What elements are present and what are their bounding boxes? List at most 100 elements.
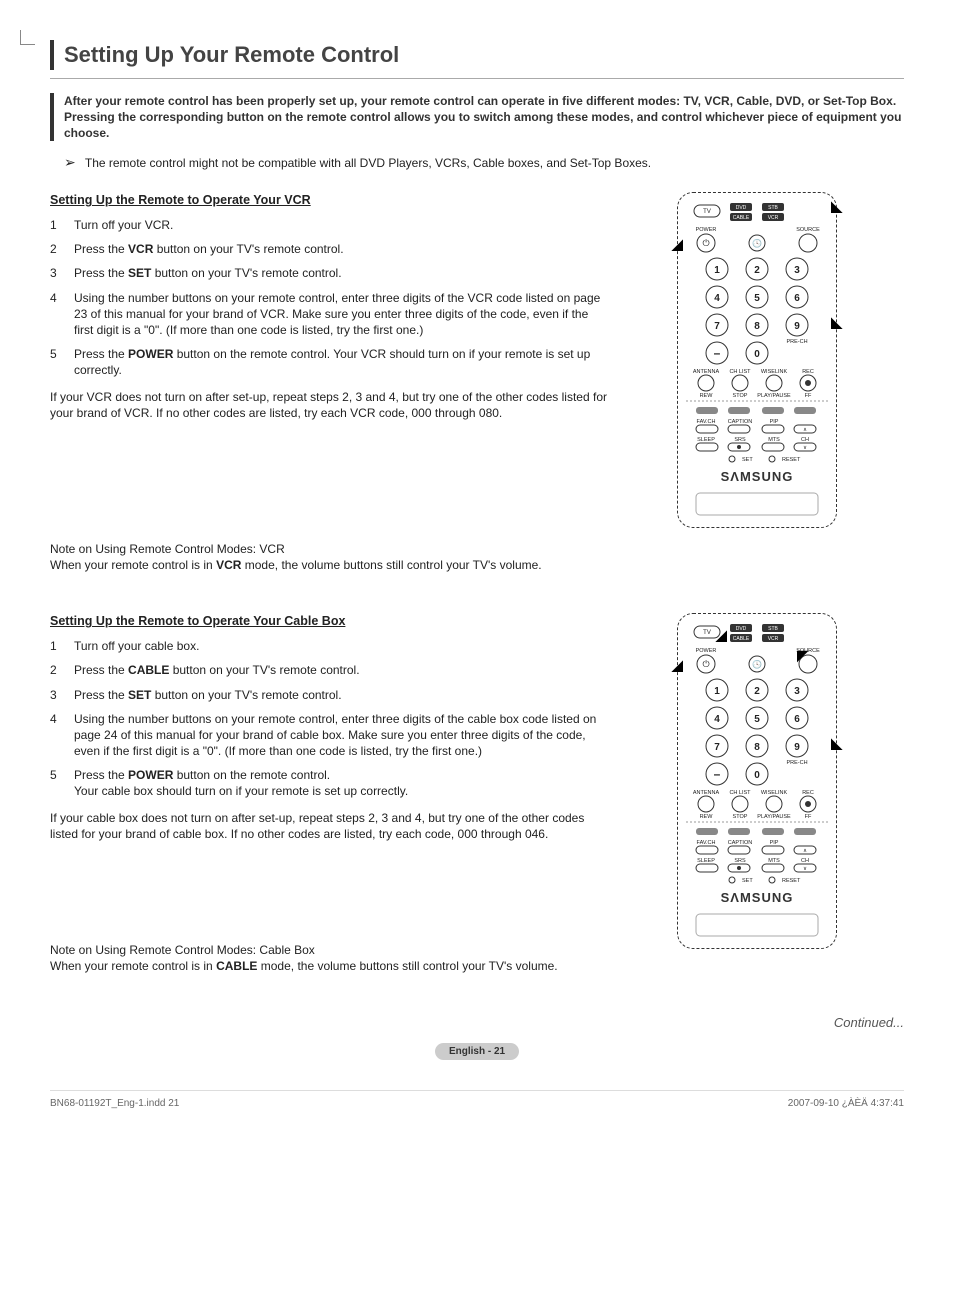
cable-step-1: 1Turn off your cable box. <box>50 638 610 654</box>
svg-text:REC: REC <box>802 790 814 796</box>
svg-text:STOP: STOP <box>733 814 748 820</box>
svg-text:⏻: ⏻ <box>702 659 709 669</box>
cable-fallback: If your cable box does not turn on after… <box>50 810 610 842</box>
arrow-indicator-icon: ◢ <box>716 626 727 645</box>
svg-text:🕓: 🕓 <box>752 238 762 248</box>
cable-text-column: Setting Up the Remote to Operate Your Ca… <box>50 613 610 974</box>
svg-text:–: – <box>714 767 721 781</box>
svg-text:PLAY/PAUSE: PLAY/PAUSE <box>757 814 791 820</box>
page-number-badge: English - 21 <box>50 1042 904 1061</box>
svg-text:REW: REW <box>700 393 714 399</box>
svg-text:7: 7 <box>714 321 720 332</box>
arrow-indicator-icon: ◤ <box>797 646 808 665</box>
svg-text:SΛMSUNG: SΛMSUNG <box>721 469 794 484</box>
vcr-note-body: When your remote control is in VCR mode,… <box>50 557 610 573</box>
svg-text:3: 3 <box>794 686 800 697</box>
compatibility-note: ➢ The remote control might not be compat… <box>64 153 904 172</box>
cable-step-3: 3Press the SET button on your TV's remot… <box>50 687 610 703</box>
svg-text:STB: STB <box>768 205 778 211</box>
arrow-indicator-icon: ◢ <box>672 656 683 675</box>
svg-text:RESET: RESET <box>782 457 801 463</box>
vcr-heading: Setting Up the Remote to Operate Your VC… <box>50 192 610 209</box>
svg-text:0: 0 <box>754 349 760 360</box>
svg-text:TV: TV <box>703 209 711 215</box>
svg-text:SET: SET <box>742 878 753 884</box>
vcr-note-title: Note on Using Remote Control Modes: VCR <box>50 541 610 557</box>
svg-text:9: 9 <box>794 321 800 332</box>
svg-text:∨: ∨ <box>803 445 807 451</box>
page-number-text: English - 21 <box>435 1043 519 1061</box>
svg-text:2: 2 <box>754 265 760 276</box>
vcr-fallback: If your VCR does not turn on after set-u… <box>50 389 610 421</box>
remote-diagram-cable: ◢ ◤ ◢ ◣ TV DVD STB CABLE VCR POWER ⏻ 🕓 S… <box>677 613 837 949</box>
svg-text:∧: ∧ <box>803 427 807 433</box>
svg-text:5: 5 <box>754 714 760 725</box>
vcr-steps: 1Turn off your VCR. 2Press the VCR butto… <box>50 217 610 379</box>
svg-text:VCR: VCR <box>768 215 779 221</box>
cable-steps: 1Turn off your cable box. 2Press the CAB… <box>50 638 610 800</box>
svg-text:WISELINK: WISELINK <box>761 790 788 796</box>
svg-text:PLAY/PAUSE: PLAY/PAUSE <box>757 393 791 399</box>
section-vcr: Setting Up the Remote to Operate Your VC… <box>50 192 904 573</box>
svg-text:SΛMSUNG: SΛMSUNG <box>721 890 794 905</box>
vcr-note: Note on Using Remote Control Modes: VCR … <box>50 541 610 573</box>
svg-text:4: 4 <box>714 714 720 725</box>
svg-text:MTS: MTS <box>768 858 780 864</box>
arrow-indicator-icon: ◣ <box>831 734 842 753</box>
svg-text:🕓: 🕓 <box>752 659 762 669</box>
vcr-step-4: 4Using the number buttons on your remote… <box>50 290 610 339</box>
svg-text:FF: FF <box>805 393 812 399</box>
svg-text:DVD: DVD <box>736 205 747 211</box>
footer-right: 2007-09-10 ¿ÀÈÄ 4:37:41 <box>788 1097 904 1111</box>
vcr-step-5: 5Press the POWER button on the remote co… <box>50 346 610 378</box>
svg-text:POWER: POWER <box>696 648 717 654</box>
compat-note-text: The remote control might not be compatib… <box>85 156 651 170</box>
svg-text:REC: REC <box>802 369 814 375</box>
vcr-step-2: 2Press the VCR button on your TV's remot… <box>50 241 610 257</box>
svg-text:REW: REW <box>700 814 714 820</box>
cable-step-4: 4Using the number buttons on your remote… <box>50 711 610 760</box>
svg-text:RESET: RESET <box>782 878 801 884</box>
svg-text:VCR: VCR <box>768 636 779 642</box>
title-underline <box>50 78 904 79</box>
note-arrow-icon: ➢ <box>64 154 76 170</box>
vcr-text-column: Setting Up the Remote to Operate Your VC… <box>50 192 610 573</box>
intro-paragraph: After your remote control has been prope… <box>50 93 904 142</box>
remote-svg: TV DVD STB CABLE VCR POWER ⏻ 🕓 SOURCE 1 … <box>684 201 830 521</box>
remote-svg: TV DVD STB CABLE VCR POWER ⏻ 🕓 SOURCE 1 … <box>684 622 830 942</box>
svg-text:PRE-CH: PRE-CH <box>786 339 807 345</box>
number-pad: 1 2 3 4 5 6 7 8 9 – 0 PRE-CH <box>706 258 808 364</box>
svg-text:8: 8 <box>754 321 760 332</box>
svg-text:SRS: SRS <box>734 437 746 443</box>
cable-heading: Setting Up the Remote to Operate Your Ca… <box>50 613 610 630</box>
svg-text:SLEEP: SLEEP <box>697 437 715 443</box>
page-title: Setting Up Your Remote Control <box>50 40 904 70</box>
svg-text:0: 0 <box>754 770 760 781</box>
vcr-step-3: 3Press the SET button on your TV's remot… <box>50 265 610 281</box>
svg-text:PIP: PIP <box>770 419 779 425</box>
svg-text:CH LIST: CH LIST <box>729 790 751 796</box>
svg-text:SET: SET <box>742 457 753 463</box>
svg-text:FAV.CH: FAV.CH <box>697 419 716 425</box>
svg-text:SLEEP: SLEEP <box>697 858 715 864</box>
svg-text:1: 1 <box>714 686 720 697</box>
svg-text:CABLE: CABLE <box>733 215 750 221</box>
svg-text:FF: FF <box>805 814 812 820</box>
svg-text:FAV.CH: FAV.CH <box>697 840 716 846</box>
svg-text:1: 1 <box>714 265 720 276</box>
footer: BN68-01192T_Eng-1.indd 21 2007-09-10 ¿ÀÈ… <box>50 1090 904 1111</box>
svg-text:CH: CH <box>801 437 809 443</box>
svg-text:MTS: MTS <box>768 437 780 443</box>
crop-mark <box>20 30 35 45</box>
svg-text:CABLE: CABLE <box>733 636 750 642</box>
svg-text:PRE-CH: PRE-CH <box>786 760 807 766</box>
cable-note: Note on Using Remote Control Modes: Cabl… <box>50 942 610 974</box>
vcr-remote-column: ◣ ◢ ◣ TV DVD STB CABLE VCR POWER ⏻ 🕓 SOU… <box>610 192 904 573</box>
svg-text:PIP: PIP <box>770 840 779 846</box>
cable-remote-column: ◢ ◤ ◢ ◣ TV DVD STB CABLE VCR POWER ⏻ 🕓 S… <box>610 613 904 974</box>
svg-text:SRS: SRS <box>734 858 746 864</box>
svg-text:∧: ∧ <box>803 848 807 854</box>
svg-text:TV: TV <box>703 630 711 636</box>
cable-step-5: 5Press the POWER button on the remote co… <box>50 767 610 799</box>
svg-text:STB: STB <box>768 626 778 632</box>
